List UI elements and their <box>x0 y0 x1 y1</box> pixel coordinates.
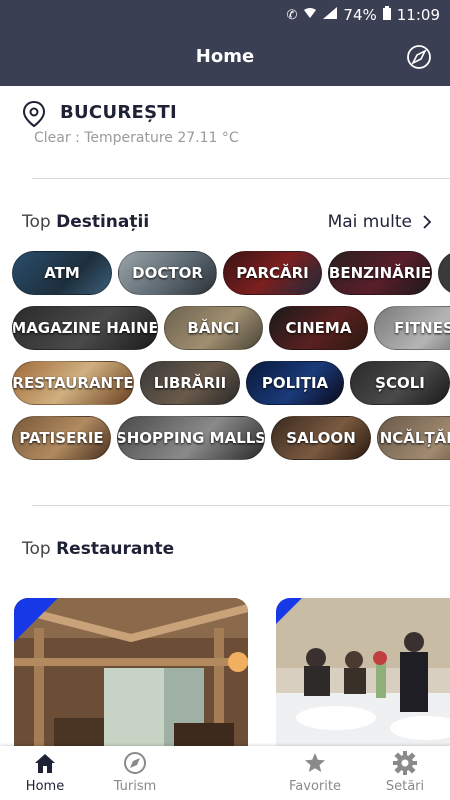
divider <box>32 178 450 179</box>
status-bar: ✆ 74% 11:09 <box>0 0 450 30</box>
chip-restaurante[interactable]: RESTAURANTE <box>12 361 134 405</box>
call-icon: ✆ <box>286 7 298 23</box>
weather-info: Clear : Temperature 27.11 °C <box>34 130 239 146</box>
nav-favorite[interactable]: Favorite <box>270 750 360 794</box>
restaurants-title: Top Restaurante <box>22 539 175 559</box>
chip-more[interactable] <box>438 251 450 295</box>
restaurant-card[interactable] <box>276 598 450 748</box>
signal-icon <box>323 7 338 23</box>
chip-fitness[interactable]: FITNESS <box>374 306 450 350</box>
compass-icon <box>124 752 146 774</box>
divider <box>32 505 450 506</box>
chip-librarii[interactable]: LIBRĂRII <box>140 361 240 405</box>
gear-icon <box>393 751 417 775</box>
nav-home[interactable]: Home <box>0 750 90 794</box>
destination-row: MAGAZINE HAINE BĂNCI CINEMA FITNESS <box>0 306 450 350</box>
nav-setari[interactable]: Setări <box>360 750 450 794</box>
destination-row: PATISERIE SHOPPING MALLS SALOON ÎNCĂLȚĂM… <box>0 416 450 460</box>
destinations-title: Top Destinații <box>22 212 150 232</box>
chip-benzinarie[interactable]: BENZINĂRIE <box>328 251 432 295</box>
chevron-right-icon <box>423 215 432 229</box>
more-button[interactable]: Mai multe <box>328 212 432 232</box>
restaurant-photo <box>276 598 450 748</box>
wifi-icon <box>303 7 317 23</box>
nav-turism[interactable]: Turism <box>90 750 180 794</box>
chip-scoli[interactable]: ȘCOLI <box>350 361 450 405</box>
more-label: Mai multe <box>327 212 412 232</box>
chip-banci[interactable]: BĂNCI <box>164 306 263 350</box>
home-icon <box>35 754 55 773</box>
destination-row: ATM DOCTOR PARCĂRI BENZINĂRIE <box>0 251 450 295</box>
compass-icon[interactable] <box>406 44 432 70</box>
chip-incaltaminte[interactable]: ÎNCĂLȚĂMINTE <box>377 416 450 460</box>
nav-favorite-label: Favorite <box>289 779 341 794</box>
chip-shopping-malls[interactable]: SHOPPING MALLS <box>117 416 265 460</box>
chip-politia[interactable]: POLIȚIA <box>246 361 344 405</box>
destination-row: RESTAURANTE LIBRĂRII POLIȚIA ȘCOLI <box>0 361 450 405</box>
restaurant-card[interactable] <box>14 598 248 748</box>
chip-cinema[interactable]: CINEMA <box>269 306 368 350</box>
location-pin-icon <box>22 100 46 128</box>
restaurant-carousel <box>0 598 450 748</box>
chip-magazine-haine[interactable]: MAGAZINE HAINE <box>12 306 158 350</box>
badge-corner <box>14 598 58 642</box>
app-bar: Home <box>0 30 450 86</box>
city-name: BUCUREȘTI <box>60 102 177 123</box>
chip-doctor[interactable]: DOCTOR <box>118 251 217 295</box>
nav-turism-label: Turism <box>113 779 157 794</box>
clock: 11:09 <box>396 6 440 24</box>
badge-corner <box>276 598 302 624</box>
chip-patiserie[interactable]: PATISERIE <box>12 416 111 460</box>
chip-saloon[interactable]: SALOON <box>271 416 371 460</box>
battery-level: 74% <box>343 6 377 24</box>
page-title: Home <box>195 46 255 67</box>
nav-setari-label: Setări <box>385 779 425 794</box>
nav-home-label: Home <box>25 779 65 794</box>
chip-atm[interactable]: ATM <box>12 251 112 295</box>
chip-parcari[interactable]: PARCĂRI <box>223 251 322 295</box>
bottom-navigation: Home Turism Favorite Setări <box>0 746 450 800</box>
battery-icon <box>382 6 391 24</box>
star-icon <box>305 753 325 772</box>
